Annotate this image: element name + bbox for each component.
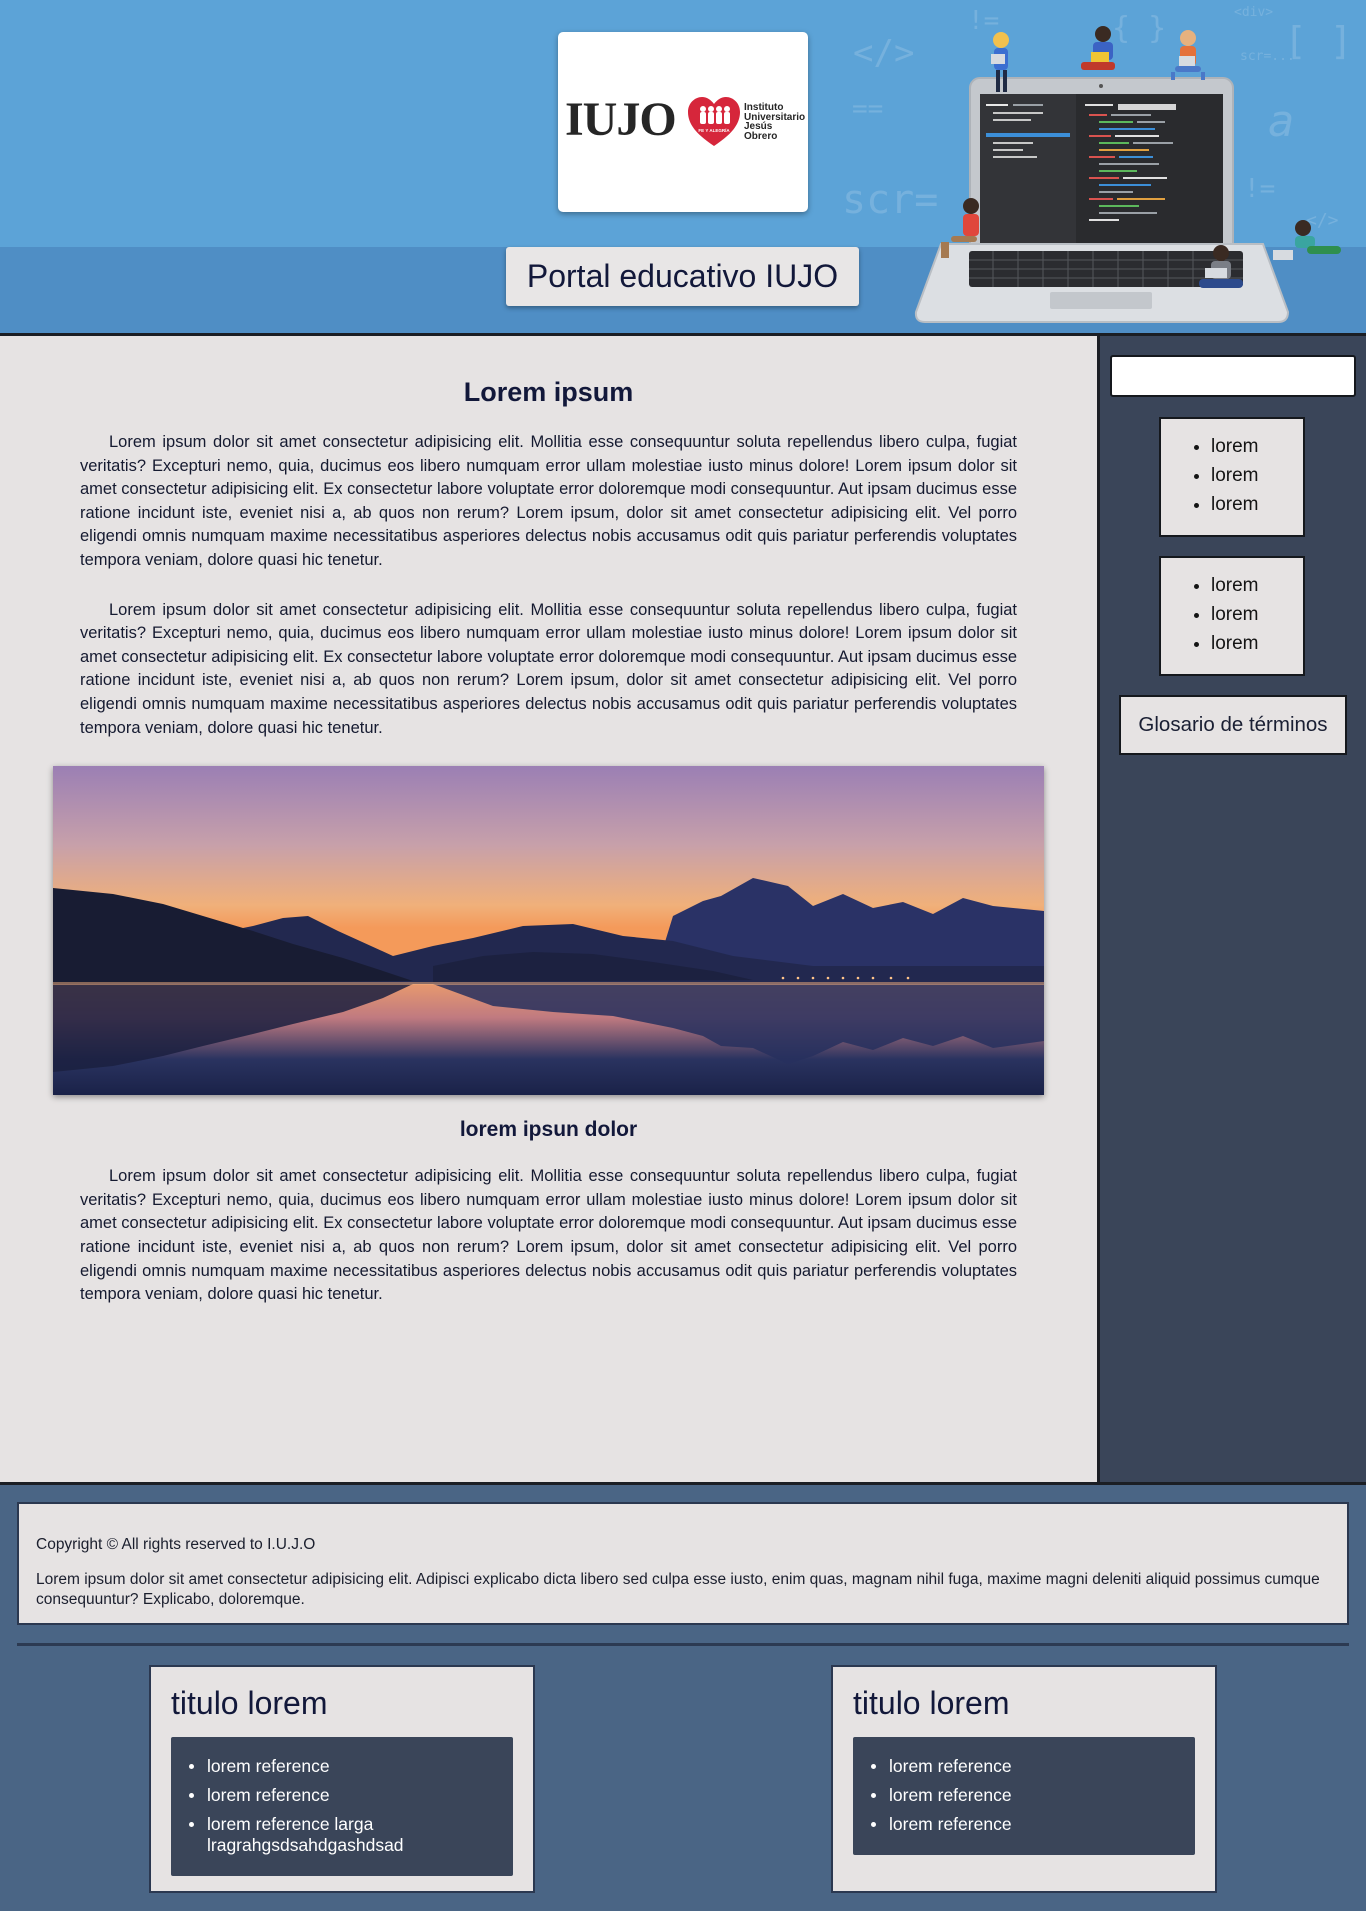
student-figure xyxy=(1081,26,1115,70)
landscape-sunset-image xyxy=(53,766,1044,1096)
copyright-box: Copyright © All rights reserved to I.U.J… xyxy=(17,1502,1349,1625)
site-header: </> { } <div> != scr= == [ ] a != </> sc… xyxy=(0,0,1366,336)
sidebar-list-item[interactable]: lorem xyxy=(1211,432,1303,461)
student-figure xyxy=(1171,30,1205,80)
footer-reference-link[interactable]: lorem reference larga lragrahgsdsahdgash… xyxy=(189,1814,503,1855)
footer-description: Lorem ipsum dolor sit amet consectetur a… xyxy=(36,1571,1320,1608)
article-paragraph: Lorem ipsum dolor sit amet consectetur a… xyxy=(80,600,1017,737)
footer-reference-link[interactable]: lorem reference xyxy=(871,1756,1185,1777)
sidebar-list-item[interactable]: lorem xyxy=(1211,490,1303,519)
footer-card-title: titulo lorem xyxy=(171,1685,328,1721)
sidebar: lorem lorem lorem lorem lorem lorem Glos… xyxy=(1100,336,1366,1482)
logo-wordmark: IUJO xyxy=(565,93,677,146)
search-input[interactable] xyxy=(1110,355,1356,397)
sidebar-list-item[interactable]: lorem xyxy=(1211,571,1303,600)
image-caption: lorem ipsun dolor xyxy=(459,1118,638,1142)
logo-institution-name: Instituto Universitario Jesús Obrero xyxy=(744,103,805,141)
sidebar-list-items: lorem lorem lorem xyxy=(1161,558,1303,658)
sidebar-list: lorem lorem lorem xyxy=(1159,556,1305,676)
article-paragraph: Lorem ipsum dolor sit amet consectetur a… xyxy=(80,1167,1017,1304)
footer-card-items: lorem reference lorem reference lorem re… xyxy=(171,1756,503,1855)
site-footer: Copyright © All rights reserved to I.U.J… xyxy=(0,1482,1366,1911)
logo-line: Obrero xyxy=(744,130,778,142)
sidebar-list-item[interactable]: lorem xyxy=(1211,600,1303,629)
footer-reference-link[interactable]: lorem reference xyxy=(189,1785,503,1806)
article-paragraph: Lorem ipsum dolor sit amet consectetur a… xyxy=(80,433,1017,569)
sidebar-list: lorem lorem lorem xyxy=(1159,417,1305,537)
footer-reference-link[interactable]: lorem reference xyxy=(189,1756,503,1777)
footer-card-title: titulo lorem xyxy=(853,1685,1010,1721)
main-content: Lorem ipsum Lorem ipsum dolor sit amet c… xyxy=(0,336,1100,1482)
logo-heart-text: FE Y ALEGRÍA xyxy=(698,126,730,133)
page: </> { } <div> != scr= == [ ] a != </> sc… xyxy=(0,0,1366,1911)
copyright-text: Copyright © All rights reserved to I.U.J… xyxy=(36,1536,316,1553)
logo-card[interactable]: IUJO FE Y ALEGRÍA Instituto Universitari… xyxy=(558,32,808,212)
student-figure xyxy=(1273,220,1341,260)
sidebar-list-items: lorem lorem lorem xyxy=(1161,419,1303,519)
site-title: Portal educativo IUJO xyxy=(506,247,859,306)
footer-card-list: lorem reference lorem reference lorem re… xyxy=(853,1737,1195,1855)
article: Lorem ipsum Lorem ipsum dolor sit amet c… xyxy=(0,336,1097,1307)
glossary-button[interactable]: Glosario de términos xyxy=(1119,695,1347,755)
footer-card: titulo lorem lorem reference lorem refer… xyxy=(831,1665,1217,1893)
article-heading: Lorem ipsum xyxy=(463,377,634,407)
footer-card-items: lorem reference lorem reference lorem re… xyxy=(853,1756,1185,1835)
footer-reference-link[interactable]: lorem reference xyxy=(871,1814,1185,1835)
heart-logo-icon: FE Y ALEGRÍA xyxy=(688,97,740,146)
footer-reference-link[interactable]: lorem reference xyxy=(871,1785,1185,1806)
laptop-students-illustration xyxy=(914,26,1341,323)
footer-divider xyxy=(17,1643,1349,1646)
footer-card: titulo lorem lorem reference lorem refer… xyxy=(149,1665,535,1893)
main-area: Lorem ipsum Lorem ipsum dolor sit amet c… xyxy=(0,336,1366,1482)
sidebar-list-item[interactable]: lorem xyxy=(1211,461,1303,490)
sidebar-list-item[interactable]: lorem xyxy=(1211,629,1303,658)
footer-card-list: lorem reference lorem reference lorem re… xyxy=(171,1737,513,1876)
